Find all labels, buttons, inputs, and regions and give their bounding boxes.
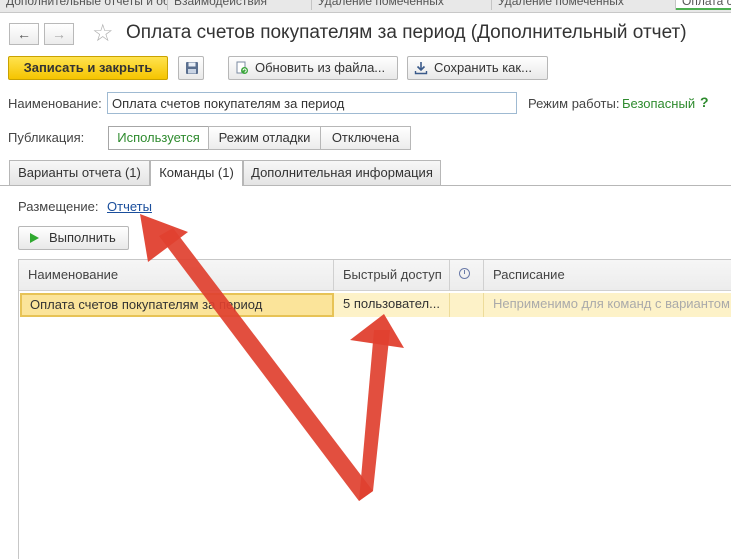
name-input[interactable] bbox=[107, 92, 517, 114]
run-button[interactable]: Выполнить bbox=[18, 226, 129, 250]
tab-report-variants[interactable]: Варианты отчета (1) bbox=[9, 160, 150, 185]
save-as-label: Сохранить как... bbox=[434, 60, 532, 75]
floppy-disk-icon bbox=[186, 62, 198, 74]
column-header-quick-access[interactable]: Быстрый доступ bbox=[334, 260, 450, 291]
name-label: Наименование: bbox=[8, 96, 102, 111]
column-header-name[interactable]: Наименование bbox=[19, 260, 334, 291]
window-tab[interactable]: Взаимодействия bbox=[168, 0, 312, 10]
window-tab[interactable]: Удаление помеченных bbox=[492, 0, 676, 10]
run-label: Выполнить bbox=[49, 230, 116, 245]
tab-divider bbox=[0, 185, 731, 186]
tab-additional-info[interactable]: Дополнительная информация bbox=[243, 160, 441, 185]
back-button[interactable]: ← bbox=[9, 23, 39, 45]
publication-option-debug[interactable]: Режим отладки bbox=[208, 126, 321, 150]
forward-button[interactable]: → bbox=[44, 23, 74, 45]
update-from-file-label: Обновить из файла... bbox=[255, 60, 386, 75]
favorite-star-icon[interactable]: ☆ bbox=[92, 20, 114, 48]
refresh-file-icon bbox=[236, 61, 248, 74]
column-header-schedule-icon[interactable] bbox=[450, 260, 484, 291]
publication-option-disabled[interactable]: Отключена bbox=[320, 126, 411, 150]
help-icon[interactable]: ? bbox=[700, 94, 709, 110]
publication-option-used[interactable]: Используется bbox=[108, 126, 209, 150]
save-and-close-button[interactable]: Записать и закрыть bbox=[8, 56, 168, 80]
window-tab[interactable]: Удаление помеченных bbox=[312, 0, 492, 10]
table-row-schedule-icon-cell[interactable] bbox=[450, 293, 484, 317]
arrow-left-icon: ← bbox=[17, 26, 31, 42]
mode-label: Режим работы: bbox=[528, 96, 620, 111]
annotation-arrow-head-to-link bbox=[140, 214, 188, 262]
column-header-schedule[interactable]: Расписание bbox=[484, 260, 731, 291]
mode-value: Безопасный bbox=[622, 96, 696, 111]
save-as-button[interactable]: Сохранить как... bbox=[407, 56, 548, 80]
window-tab[interactable]: Дополнительные отчеты и обработки bbox=[0, 0, 168, 10]
page-title: Оплата счетов покупателям за период (Доп… bbox=[126, 22, 687, 43]
download-icon bbox=[414, 62, 428, 75]
commands-table: Наименование Быстрый доступ Расписание О… bbox=[18, 259, 731, 559]
active-tab-gap bbox=[151, 185, 242, 186]
table-row-name-cell[interactable]: Оплата счетов покупателям за период bbox=[20, 293, 334, 317]
window-tab-strip: Дополнительные отчеты и обработки Взаимо… bbox=[0, 0, 731, 13]
update-from-file-button[interactable]: Обновить из файла... bbox=[228, 56, 398, 80]
publication-label: Публикация: bbox=[8, 130, 85, 145]
placement-link[interactable]: Отчеты bbox=[107, 199, 152, 214]
placement-label: Размещение: bbox=[18, 199, 99, 214]
clock-icon bbox=[459, 268, 470, 279]
play-icon bbox=[30, 233, 39, 243]
arrow-right-icon: → bbox=[52, 26, 66, 42]
table-row-quick-access-cell[interactable]: 5 пользовател... bbox=[334, 293, 450, 317]
window-tab-active[interactable]: Оплата счетов bbox=[676, 0, 731, 10]
table-row-schedule-cell[interactable]: Неприменимо для команд с вариантом bbox=[484, 293, 731, 317]
tab-commands[interactable]: Команды (1) bbox=[150, 160, 243, 186]
save-button[interactable] bbox=[178, 56, 204, 80]
